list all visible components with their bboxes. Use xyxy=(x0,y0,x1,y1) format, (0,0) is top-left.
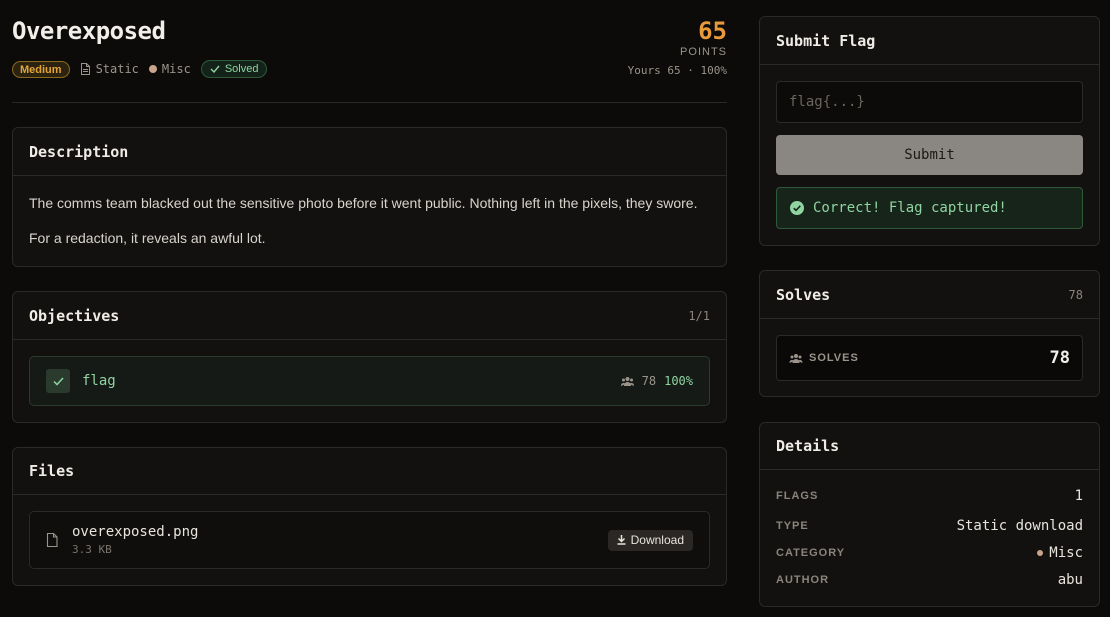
description-header: Description xyxy=(13,128,726,176)
points-label: POINTS xyxy=(680,46,727,58)
download-icon xyxy=(617,535,626,545)
file-item: overexposed.png 3.3 KB Download xyxy=(29,511,710,569)
objectives-header: Objectives 1/1 xyxy=(13,292,726,340)
objectives-count: 1/1 xyxy=(688,308,710,323)
solves-label-text: SOLVES xyxy=(809,352,859,364)
objective-name: flag xyxy=(82,373,116,389)
file-name: overexposed.png xyxy=(72,524,199,540)
solves-stat-label: SOLVES xyxy=(789,352,859,364)
category-label: Misc xyxy=(161,62,191,76)
objectives-card: Objectives 1/1 flag 78 100% xyxy=(12,291,727,423)
category-dot xyxy=(148,65,157,73)
users-icon xyxy=(789,354,803,363)
solved-badge: Solved xyxy=(200,60,268,78)
detail-value: Misc xyxy=(1049,545,1083,561)
detail-value: 1 xyxy=(1074,488,1083,504)
description-paragraph: The comms team blacked out the sensitive… xyxy=(29,195,698,211)
objectives-heading: Objectives xyxy=(29,306,120,325)
detail-key: AUTHOR xyxy=(776,574,830,586)
difficulty-badge: Medium xyxy=(12,60,70,78)
category-meta: Misc xyxy=(148,62,191,76)
check-icon xyxy=(210,65,220,73)
detail-value: Static download xyxy=(956,518,1083,534)
submit-heading: Submit Flag xyxy=(776,31,876,50)
file-info: overexposed.png 3.3 KB xyxy=(72,524,198,556)
detail-row-type: TYPE Static download xyxy=(776,518,1083,534)
success-message: Correct! Flag captured! xyxy=(776,187,1083,229)
files-header: Files xyxy=(13,448,726,495)
objective-stats: 78 100% xyxy=(620,374,693,388)
download-label: Download xyxy=(630,533,684,547)
detail-key: CATEGORY xyxy=(776,547,846,559)
points-panel: 65 POINTS Yours 65 · 100% xyxy=(628,18,727,77)
solves-heading: Solves xyxy=(776,285,831,304)
detail-row-flags: FLAGS 1 xyxy=(776,488,1083,504)
details-header: Details xyxy=(760,423,1099,470)
description-body: The comms team blacked out the sensitive… xyxy=(13,176,726,265)
detail-value: abu xyxy=(1057,572,1083,588)
yours-score: Yours 65 · 100% xyxy=(627,64,727,77)
solved-label: Solved xyxy=(224,63,259,75)
detail-row-category: CATEGORY Misc xyxy=(776,545,1083,561)
solves-card: Solves 78 SOLVES 78 xyxy=(759,270,1100,397)
description-card: Description The comms team blacked out t… xyxy=(12,127,727,267)
submit-card: Submit Flag flag{...} Submit Correct! Fl… xyxy=(759,16,1100,246)
challenge-meta: Medium Static Misc Solved xyxy=(12,60,268,78)
objective-solves: 78 xyxy=(641,374,657,388)
description-heading: Description xyxy=(29,142,129,161)
flag-input-placeholder: flag{...} xyxy=(789,94,865,110)
download-button[interactable]: Download xyxy=(607,529,693,551)
check-icon xyxy=(52,376,64,386)
objective-percent: 100% xyxy=(664,374,693,388)
solves-count: 78 xyxy=(1068,287,1083,302)
file-size: 3.3 KB xyxy=(72,543,112,556)
details-card: Details FLAGS 1 TYPE Static download CAT… xyxy=(759,422,1100,607)
header-divider xyxy=(12,102,727,103)
category-dot xyxy=(1037,550,1044,556)
solves-stat: SOLVES 78 xyxy=(776,335,1083,381)
details-heading: Details xyxy=(776,437,840,455)
file-icon xyxy=(80,63,90,75)
submit-header: Submit Flag xyxy=(760,17,1099,65)
points-value: 65 xyxy=(698,17,727,45)
objective-item[interactable]: flag 78 100% xyxy=(29,356,710,406)
type-label: Static xyxy=(95,62,139,76)
file-icon xyxy=(46,533,58,547)
detail-key: FLAGS xyxy=(776,490,819,502)
files-heading: Files xyxy=(29,462,75,480)
detail-key: TYPE xyxy=(776,520,809,532)
success-text: Correct! Flag captured! xyxy=(813,200,1007,216)
detail-value-wrap: Misc xyxy=(1037,545,1083,561)
users-icon xyxy=(620,377,634,386)
detail-row-author: AUTHOR abu xyxy=(776,572,1083,588)
files-card: Files overexposed.png 3.3 KB Download xyxy=(12,447,727,586)
type-meta: Static xyxy=(80,62,139,76)
objective-checkbox xyxy=(46,369,70,393)
flag-input[interactable]: flag{...} xyxy=(776,81,1083,123)
description-paragraph: For a redaction, it reveals an awful lot… xyxy=(29,230,266,246)
solves-header: Solves 78 xyxy=(760,271,1099,319)
check-circle-icon xyxy=(790,201,804,215)
submit-button[interactable]: Submit xyxy=(776,135,1083,175)
solves-value: 78 xyxy=(1049,348,1070,368)
page-title: Overexposed xyxy=(12,17,166,45)
